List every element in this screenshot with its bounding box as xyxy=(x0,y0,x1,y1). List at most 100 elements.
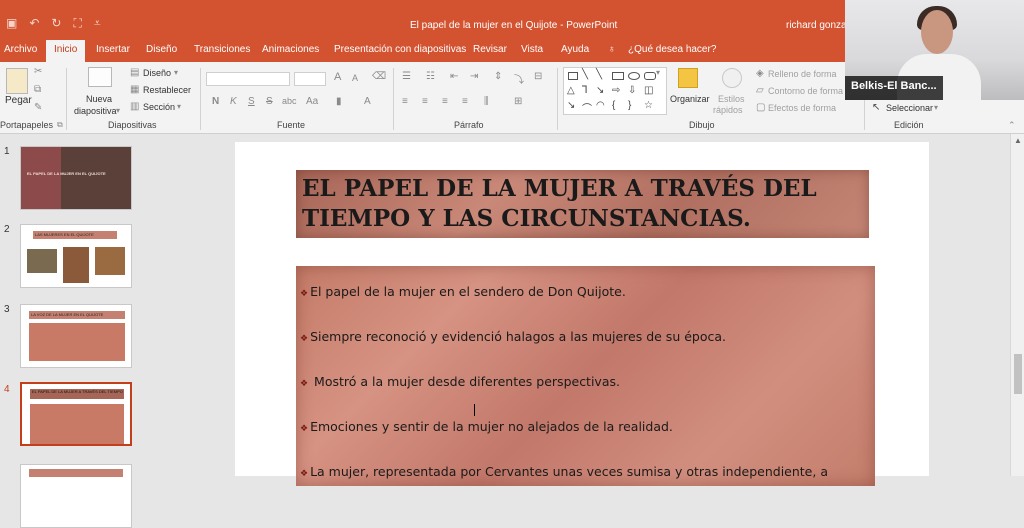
shape-fill-button[interactable]: Relleno de forma xyxy=(768,69,837,79)
slide-thumbnail-2[interactable]: LAS MUJERES EN EL QUIJOTE xyxy=(20,224,132,288)
dialog-launcher-icon[interactable]: ⧉ xyxy=(57,120,63,130)
rectangle-shape-icon[interactable] xyxy=(612,72,624,80)
rounded-rect-shape-icon[interactable] xyxy=(644,72,656,80)
slide[interactable]: EL PAPEL DE LA MUJER A TRAVÉS DEL TIEMPO… xyxy=(235,142,929,486)
chevron-down-icon[interactable]: ▾ xyxy=(934,103,938,112)
section-icon[interactable]: ▥ xyxy=(130,101,139,112)
tab-transiciones[interactable]: Transiciones xyxy=(194,44,250,55)
numbering-icon[interactable]: ☷ xyxy=(426,71,435,82)
tab-animaciones[interactable]: Animaciones xyxy=(262,44,319,55)
oval-shape-icon[interactable] xyxy=(628,72,640,80)
new-slide-label-1[interactable]: Nueva xyxy=(86,94,112,104)
align-left-icon[interactable]: ≡ xyxy=(402,96,408,107)
scrollbar-thumb[interactable] xyxy=(1014,354,1022,394)
section-button[interactable]: Sección xyxy=(143,102,175,112)
slide-title-box[interactable]: EL PAPEL DE LA MUJER A TRAVÉS DEL TIEMPO… xyxy=(296,170,869,238)
arrange-button[interactable]: Organizar xyxy=(670,94,710,104)
text-direction-icon[interactable]: ⤵ xyxy=(514,71,524,86)
italic-button[interactable]: K xyxy=(230,96,237,107)
triangle-shape-icon[interactable]: △ xyxy=(567,85,575,96)
video-call-overlay[interactable]: Belkis-El Banc... xyxy=(845,0,1024,100)
star-shape-icon[interactable]: ☆ xyxy=(644,100,653,111)
bold-button[interactable]: N xyxy=(212,96,219,107)
chevron-down-icon[interactable]: ▾ xyxy=(177,102,181,111)
cut-icon[interactable]: ✂ xyxy=(34,66,42,77)
highlight-icon[interactable]: ▮ xyxy=(336,96,342,107)
tab-diseno[interactable]: Diseño xyxy=(146,44,177,55)
columns-icon[interactable]: ⫼ xyxy=(484,96,489,107)
shapes-gallery[interactable]: ╲ ╲ △ ⅂ ↘ ⇨ ⇩ ◫ ↘ ⌒ ◠ { } ☆ xyxy=(563,67,667,115)
increase-indent-icon[interactable]: ⇥ xyxy=(470,71,478,82)
paste-button[interactable]: Pegar xyxy=(5,95,32,106)
strikethrough-button[interactable]: S xyxy=(266,96,273,107)
quick-styles-label-2[interactable]: rápidos xyxy=(713,105,743,115)
font-size-input[interactable] xyxy=(294,72,326,86)
shape-outline-button[interactable]: Contorno de forma xyxy=(768,86,843,96)
arrow-shape-icon[interactable]: ⇨ xyxy=(612,85,620,96)
slideshow-icon[interactable]: ⛶ xyxy=(73,16,81,31)
paste-icon[interactable] xyxy=(6,68,28,94)
char-spacing-button[interactable]: abc xyxy=(282,96,297,106)
brace-shape-icon[interactable]: } xyxy=(628,100,631,111)
tab-revisar[interactable]: Revisar xyxy=(473,44,507,55)
underline-button[interactable]: S xyxy=(248,96,255,107)
redo-icon[interactable]: ↻ xyxy=(51,16,61,31)
tab-insertar[interactable]: Insertar xyxy=(96,44,130,55)
tell-me-search[interactable]: ¿Qué desea hacer? xyxy=(628,44,716,55)
new-slide-icon[interactable] xyxy=(88,67,112,87)
tab-archivo[interactable]: Archivo xyxy=(4,44,37,55)
reset-icon[interactable]: ▦ xyxy=(130,84,139,95)
decrease-indent-icon[interactable]: ⇤ xyxy=(450,71,458,82)
gallery-more-icon[interactable]: ▾ xyxy=(656,68,660,77)
change-case-icon[interactable]: Aa xyxy=(306,96,318,107)
outline-icon[interactable]: ▱ xyxy=(756,85,764,96)
layout-icon[interactable]: ▤ xyxy=(130,67,139,78)
justify-icon[interactable]: ≡ xyxy=(462,96,468,107)
clear-format-icon[interactable]: ⌫ xyxy=(372,71,386,82)
line-shape-icon[interactable]: ╲ xyxy=(582,69,588,80)
slide-thumbnail-4[interactable]: EL PAPEL DE LA MUJER A TRAVÉS DEL TIEMPO xyxy=(20,382,132,446)
tab-ayuda[interactable]: Ayuda xyxy=(561,44,589,55)
font-name-input[interactable] xyxy=(206,72,290,86)
quick-styles-label-1[interactable]: Estilos xyxy=(718,94,745,104)
smartart-icon[interactable]: ⊞ xyxy=(514,96,522,107)
fill-icon[interactable]: ◈ xyxy=(756,68,764,79)
save-icon[interactable]: ▣ xyxy=(6,16,17,31)
tab-presentacion[interactable]: Presentación con diapositivas xyxy=(334,44,466,55)
quick-styles-icon[interactable] xyxy=(722,68,742,88)
align-text-icon[interactable]: ⊟ xyxy=(534,71,542,82)
connector-shape-icon[interactable]: ↘ xyxy=(596,85,604,96)
customize-icon[interactable]: ⩡ xyxy=(94,16,101,31)
layout-button[interactable]: Diseño xyxy=(143,68,171,78)
shape-effects-button[interactable]: Efectos de forma xyxy=(768,103,836,113)
font-color-button[interactable]: A xyxy=(364,96,371,107)
brace-shape-icon[interactable]: { xyxy=(612,100,615,111)
cursor-select-icon[interactable]: ↖ xyxy=(872,102,880,113)
textbox-shape-icon[interactable] xyxy=(568,72,578,80)
collapse-ribbon-icon[interactable]: ⌃ xyxy=(1008,120,1016,131)
vertical-scrollbar[interactable]: ▲ xyxy=(1010,134,1024,476)
format-painter-icon[interactable]: ✎ xyxy=(34,102,42,113)
chevron-down-icon[interactable]: ▾ xyxy=(116,106,120,115)
connector-shape-icon[interactable]: ⅂ xyxy=(582,85,588,96)
align-right-icon[interactable]: ≡ xyxy=(442,96,448,107)
slide-body-box[interactable]: ❖ El papel de la mujer en el sendero de D… xyxy=(296,266,875,486)
callout-shape-icon[interactable]: ◫ xyxy=(644,85,653,96)
slide-thumbnail-3[interactable]: LA VOZ DE LA MUJER EN EL QUIJOTE xyxy=(20,304,132,368)
copy-icon[interactable]: ⧉ xyxy=(34,84,41,95)
tab-inicio[interactable]: Inicio xyxy=(46,40,86,62)
effects-icon[interactable]: ▢ xyxy=(756,102,765,113)
brace-shape-icon[interactable]: ↘ xyxy=(567,100,575,111)
bullets-icon[interactable]: ☰ xyxy=(402,71,411,82)
shrink-font-button[interactable]: A xyxy=(352,73,358,83)
line-spacing-icon[interactable]: ⇕ xyxy=(494,71,502,82)
reset-button[interactable]: Restablecer xyxy=(143,85,191,95)
arc-shape-icon[interactable]: ◠ xyxy=(596,100,605,111)
new-slide-label-2[interactable]: diapositiva xyxy=(74,106,117,116)
curve-shape-icon[interactable]: ⌒ xyxy=(582,100,592,115)
arrow-shape-icon[interactable]: ⇩ xyxy=(628,85,636,96)
grow-font-button[interactable]: A xyxy=(334,71,341,83)
select-button[interactable]: Seleccionar xyxy=(886,103,933,113)
chevron-down-icon[interactable]: ▾ xyxy=(174,68,178,77)
undo-icon[interactable]: ↶ xyxy=(29,16,39,31)
